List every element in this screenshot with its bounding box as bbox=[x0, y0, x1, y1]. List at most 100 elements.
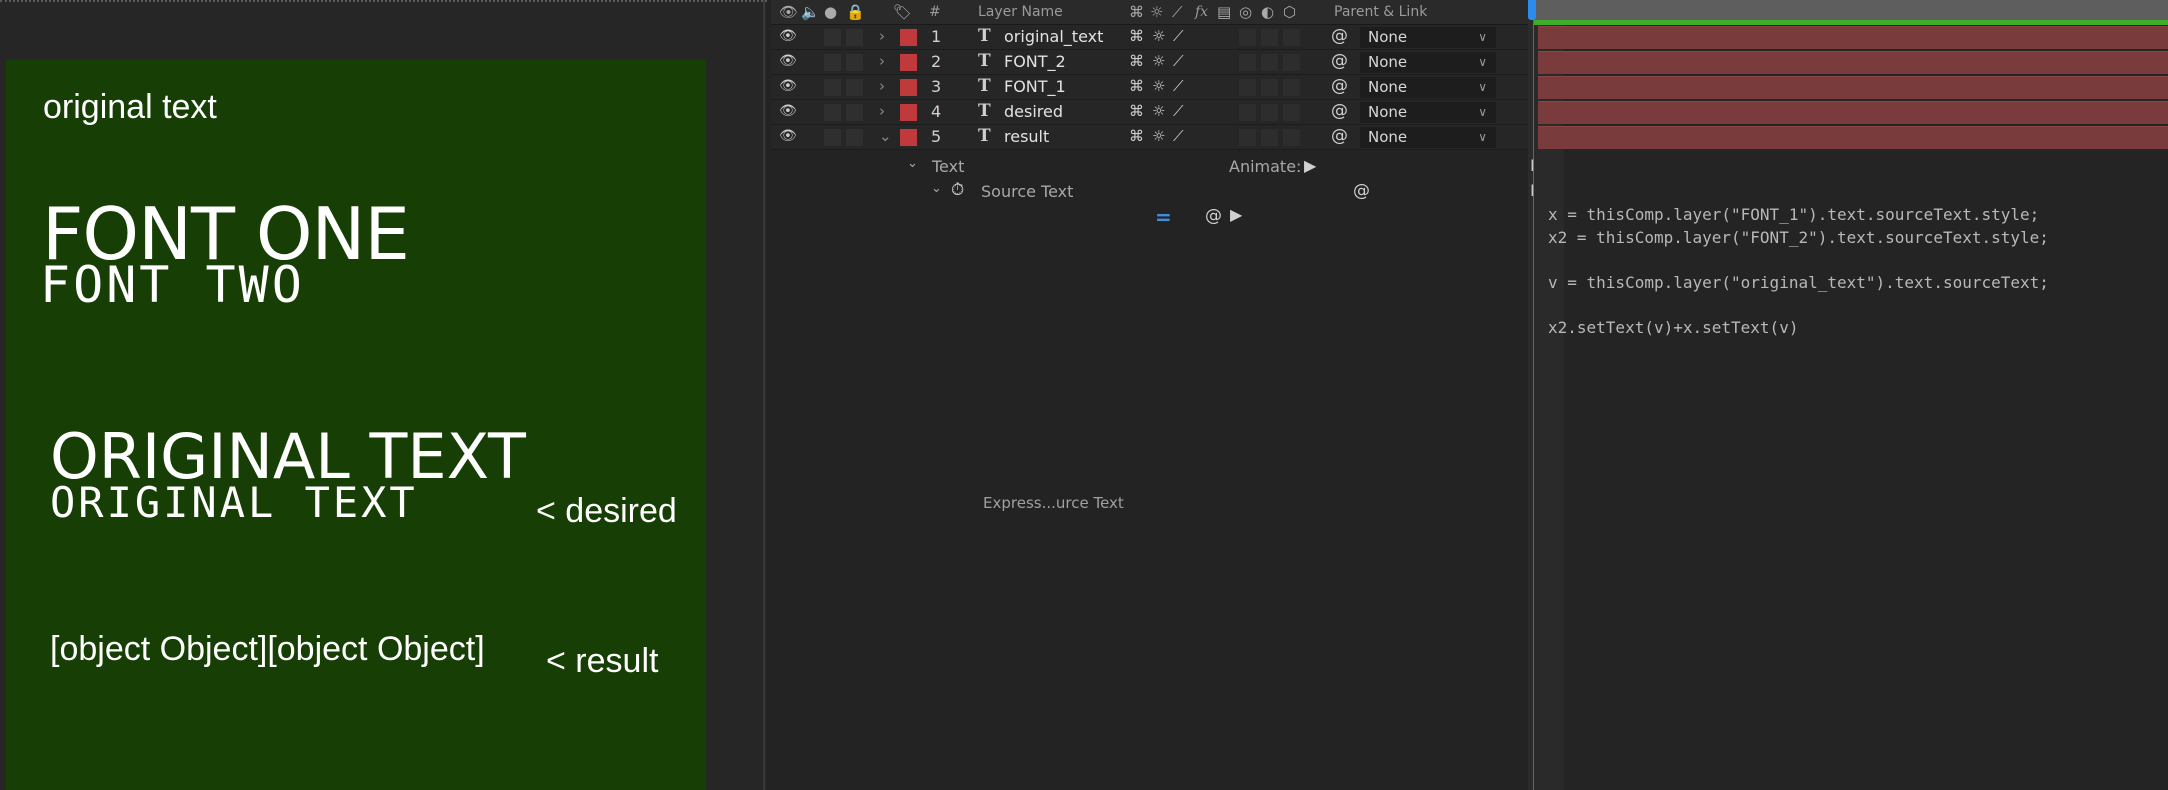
motion-blur-checkbox[interactable] bbox=[1239, 79, 1256, 96]
pick-whip-icon[interactable]: @ bbox=[1331, 126, 1348, 146]
label-color-swatch[interactable] bbox=[900, 54, 917, 71]
solo-checkbox[interactable] bbox=[824, 104, 841, 121]
adjustment-checkbox[interactable] bbox=[1261, 104, 1278, 121]
parent-select[interactable]: None ∨ bbox=[1360, 102, 1496, 123]
layer-row[interactable]: 👁 › 4 T desired ⌘ ☼ ⟋ @ None ∨ bbox=[771, 100, 1528, 125]
layer-duration-bar[interactable] bbox=[1538, 76, 2168, 99]
chevron-down-icon[interactable]: ⌄ bbox=[879, 127, 892, 145]
eye-icon[interactable]: 👁 bbox=[779, 78, 797, 94]
pick-whip-icon[interactable]: @ bbox=[1331, 51, 1348, 71]
quality-switch-icon[interactable]: ⟋ bbox=[1172, 3, 1183, 21]
work-area-bar[interactable] bbox=[1534, 20, 2168, 25]
3d-layer-icon[interactable]: ⬡ bbox=[1283, 3, 1296, 21]
parent-select[interactable]: None ∨ bbox=[1360, 27, 1496, 48]
expression-enable-icon[interactable]: = bbox=[1155, 205, 1172, 229]
label-color-swatch[interactable] bbox=[900, 29, 917, 46]
timeline-panel[interactable]: I I x = thisComp.layer("FONT_1").text.so… bbox=[1528, 0, 2168, 790]
shy-switch-icon[interactable]: ⌘ bbox=[1129, 127, 1144, 145]
layer-duration-bar[interactable] bbox=[1538, 51, 2168, 74]
adjustment-layer-icon[interactable]: ◐ bbox=[1261, 3, 1274, 21]
code-line[interactable]: x2.setText(v)+x.setText(v) bbox=[1548, 318, 2168, 341]
solo-checkbox[interactable] bbox=[824, 129, 841, 146]
collapse-switch-icon[interactable]: ☼ bbox=[1152, 52, 1165, 70]
lock-checkbox[interactable] bbox=[846, 129, 863, 146]
audio-toggle-icon[interactable]: 🔈 bbox=[801, 3, 820, 21]
layer-panel[interactable]: 👁 🔈 ● 🔒 🏷 # Layer Name ⌘ ☼ ⟋ fx ▤ ◎ ◐ ⬡ … bbox=[771, 0, 1528, 790]
chevron-right-icon[interactable]: › bbox=[879, 52, 885, 70]
play-icon[interactable]: ▶ bbox=[1304, 156, 1316, 175]
quality-switch-icon[interactable]: ⟋ bbox=[1173, 127, 1184, 145]
3d-checkbox[interactable] bbox=[1283, 29, 1300, 46]
motion-blur-checkbox[interactable] bbox=[1239, 104, 1256, 121]
code-line[interactable]: x2 = thisComp.layer("FONT_2").text.sourc… bbox=[1548, 228, 2168, 251]
lock-toggle-icon[interactable]: 🔒 bbox=[846, 3, 865, 21]
layer-row[interactable]: 👁 › 1 T original_text ⌘ ☼ ⟋ @ None ∨ bbox=[771, 25, 1528, 50]
composition-viewer[interactable]: original text FONT ONE FONT TWO ORIGINAL… bbox=[0, 0, 767, 790]
adjustment-checkbox[interactable] bbox=[1261, 79, 1278, 96]
parent-select[interactable]: None ∨ bbox=[1360, 127, 1496, 148]
label-color-swatch[interactable] bbox=[900, 104, 917, 121]
eye-icon[interactable]: 👁 bbox=[779, 103, 797, 119]
frame-blend-icon[interactable]: ▤ bbox=[1217, 3, 1231, 21]
collapse-switch-icon[interactable]: ☼ bbox=[1152, 102, 1165, 120]
effects-switch-header[interactable]: fx bbox=[1195, 4, 1208, 20]
code-line[interactable]: x = thisComp.layer("FONT_1").text.source… bbox=[1548, 205, 2168, 228]
3d-checkbox[interactable] bbox=[1283, 79, 1300, 96]
collapse-switch-icon[interactable]: ☼ bbox=[1150, 3, 1163, 21]
layer-row[interactable]: 👁 › 3 T FONT_1 ⌘ ☼ ⟋ @ None ∨ bbox=[771, 75, 1528, 100]
collapse-switch-icon[interactable]: ☼ bbox=[1152, 77, 1165, 95]
expression-editor[interactable]: x = thisComp.layer("FONT_1").text.source… bbox=[1548, 205, 2168, 340]
motion-blur-icon[interactable]: ◎ bbox=[1239, 3, 1252, 21]
text-property-group[interactable]: ⌄ Text Animate: ▶ bbox=[771, 155, 1528, 180]
code-line[interactable]: v = thisComp.layer("original_text").text… bbox=[1548, 273, 2168, 296]
layer-row[interactable]: 👁 ⌄ 5 T result ⌘ ☼ ⟋ @ None ∨ bbox=[771, 125, 1528, 150]
shy-switch-icon[interactable]: ⌘ bbox=[1129, 52, 1144, 70]
3d-checkbox[interactable] bbox=[1283, 104, 1300, 121]
current-time-indicator[interactable] bbox=[1528, 0, 1536, 20]
expression-language-menu-icon[interactable]: ▶ bbox=[1230, 205, 1242, 224]
solo-checkbox[interactable] bbox=[824, 29, 841, 46]
collapse-switch-icon[interactable]: ☼ bbox=[1152, 127, 1165, 145]
adjustment-checkbox[interactable] bbox=[1261, 29, 1278, 46]
composition-canvas[interactable]: original text FONT ONE FONT TWO ORIGINAL… bbox=[6, 60, 706, 790]
pick-whip-icon[interactable]: @ bbox=[1331, 26, 1348, 46]
chevron-right-icon[interactable]: › bbox=[879, 77, 885, 95]
solo-toggle-icon[interactable]: ● bbox=[824, 3, 837, 21]
pick-whip-icon[interactable]: @ bbox=[1331, 76, 1348, 96]
adjustment-checkbox[interactable] bbox=[1261, 129, 1278, 146]
code-line[interactable] bbox=[1548, 250, 2168, 273]
motion-blur-checkbox[interactable] bbox=[1239, 129, 1256, 146]
layer-name[interactable]: original_text bbox=[1004, 27, 1103, 46]
stopwatch-icon[interactable]: ⏱ bbox=[951, 180, 964, 200]
panel-divider[interactable] bbox=[763, 0, 765, 790]
code-line[interactable] bbox=[1548, 295, 2168, 318]
layer-row[interactable]: 👁 › 2 T FONT_2 ⌘ ☼ ⟋ @ None ∨ bbox=[771, 50, 1528, 75]
time-ruler[interactable] bbox=[1534, 0, 2168, 20]
quality-switch-icon[interactable]: ⟋ bbox=[1173, 52, 1184, 70]
expression-controls[interactable]: = @ ▶ bbox=[771, 205, 1528, 230]
parent-select[interactable]: None ∨ bbox=[1360, 77, 1496, 98]
label-color-swatch[interactable] bbox=[900, 79, 917, 96]
expression-graph-icon[interactable]: @ bbox=[1205, 206, 1222, 226]
lock-checkbox[interactable] bbox=[846, 54, 863, 71]
layer-duration-bar[interactable] bbox=[1538, 26, 2168, 49]
quality-switch-icon[interactable]: ⟋ bbox=[1173, 27, 1184, 45]
chevron-down-icon[interactable]: ⌄ bbox=[907, 156, 918, 171]
solo-checkbox[interactable] bbox=[824, 54, 841, 71]
shy-switch-icon[interactable]: ⌘ bbox=[1129, 27, 1144, 45]
layer-name-header[interactable]: Layer Name bbox=[978, 4, 1063, 20]
quality-switch-icon[interactable]: ⟋ bbox=[1173, 102, 1184, 120]
layer-duration-bar[interactable] bbox=[1538, 101, 2168, 124]
layer-name[interactable]: result bbox=[1004, 127, 1049, 146]
collapse-switch-icon[interactable]: ☼ bbox=[1152, 27, 1165, 45]
motion-blur-checkbox[interactable] bbox=[1239, 54, 1256, 71]
eye-icon[interactable]: 👁 bbox=[779, 53, 797, 69]
parent-select[interactable]: None ∨ bbox=[1360, 52, 1496, 73]
pick-whip-icon[interactable]: @ bbox=[1331, 101, 1348, 121]
label-tag-icon[interactable]: 🏷 bbox=[893, 3, 912, 21]
quality-switch-icon[interactable]: ⟋ bbox=[1173, 77, 1184, 95]
shy-switch-icon[interactable]: ⌘ bbox=[1129, 102, 1144, 120]
3d-checkbox[interactable] bbox=[1283, 129, 1300, 146]
lock-checkbox[interactable] bbox=[846, 29, 863, 46]
motion-blur-checkbox[interactable] bbox=[1239, 29, 1256, 46]
